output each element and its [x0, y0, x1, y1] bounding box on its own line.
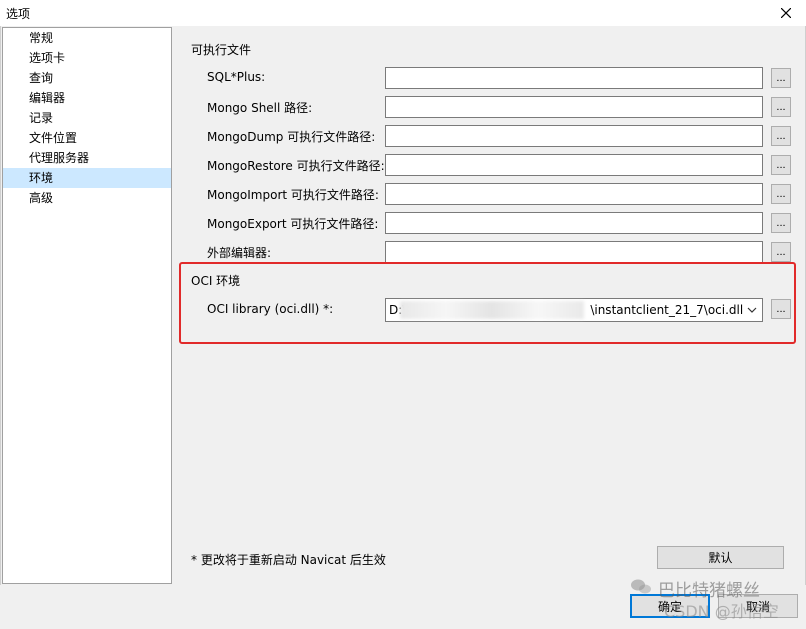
mongo-shell-label: Mongo Shell 路径:	[207, 101, 313, 115]
sqlplus-label: SQL*Plus:	[207, 70, 266, 84]
oci-library-label: OCI library (oci.dll) *:	[207, 302, 334, 316]
mongo-shell-browse-button[interactable]: ...	[771, 97, 791, 117]
mongodump-browse-button[interactable]: ...	[771, 126, 791, 146]
options-sidebar: 常规 选项卡 查询 编辑器 记录 文件位置 代理服务器 环境 高级	[2, 27, 172, 584]
mongorestore-browse-button[interactable]: ...	[771, 155, 791, 175]
mongodump-label: MongoDump 可执行文件路径:	[207, 130, 376, 144]
external-editor-browse-button[interactable]: ...	[771, 242, 791, 262]
mongoimport-label: MongoImport 可执行文件路径:	[207, 188, 379, 202]
mongoimport-browse-button[interactable]: ...	[771, 184, 791, 204]
title-bar: 选项	[0, 0, 806, 26]
oci-library-select[interactable]: D:\ \instantclient_21_7\oci.dll	[385, 298, 763, 322]
sqlplus-browse-button[interactable]: ...	[771, 68, 791, 88]
executables-section-label: 可执行文件	[191, 43, 252, 57]
mongo-shell-path-input[interactable]	[385, 96, 763, 118]
external-editor-path-input[interactable]	[385, 241, 763, 263]
chevron-down-icon	[747, 307, 757, 313]
sidebar-item-editor[interactable]: 编辑器	[3, 88, 171, 108]
mongoexport-browse-button[interactable]: ...	[771, 213, 791, 233]
external-editor-label: 外部编辑器:	[207, 246, 272, 260]
oci-section-label: OCI 环境	[191, 274, 241, 288]
redacted-path-segment	[400, 301, 584, 319]
sidebar-item-tabs[interactable]: 选项卡	[3, 48, 171, 68]
mongoexport-label: MongoExport 可执行文件路径:	[207, 217, 379, 231]
mongodump-path-input[interactable]	[385, 125, 763, 147]
watermark-line2: CSDN @孙悟空	[664, 602, 779, 621]
wechat-watermark-icon	[631, 579, 651, 594]
oci-browse-button[interactable]: ...	[771, 299, 791, 319]
sidebar-item-file-location[interactable]: 文件位置	[3, 128, 171, 148]
sidebar-item-advanced[interactable]: 高级	[3, 188, 171, 208]
window-title: 选项	[6, 7, 31, 21]
restart-note: * 更改将于重新启动 Navicat 后生效	[191, 553, 386, 567]
sidebar-item-query[interactable]: 查询	[3, 68, 171, 88]
mongorestore-label: MongoRestore 可执行文件路径:	[207, 159, 385, 173]
sidebar-item-records[interactable]: 记录	[3, 108, 171, 128]
close-icon	[781, 8, 791, 18]
sidebar-item-general[interactable]: 常规	[3, 28, 171, 48]
oci-path-suffix: \instantclient_21_7\oci.dll	[590, 303, 744, 317]
sidebar-item-proxy[interactable]: 代理服务器	[3, 148, 171, 168]
close-button[interactable]	[766, 0, 806, 26]
sidebar-item-environment[interactable]: 环境	[3, 168, 171, 188]
mongoexport-path-input[interactable]	[385, 212, 763, 234]
sqlplus-path-input[interactable]	[385, 67, 763, 89]
default-button[interactable]: 默认	[657, 546, 784, 569]
mongorestore-path-input[interactable]	[385, 154, 763, 176]
mongoimport-path-input[interactable]	[385, 183, 763, 205]
